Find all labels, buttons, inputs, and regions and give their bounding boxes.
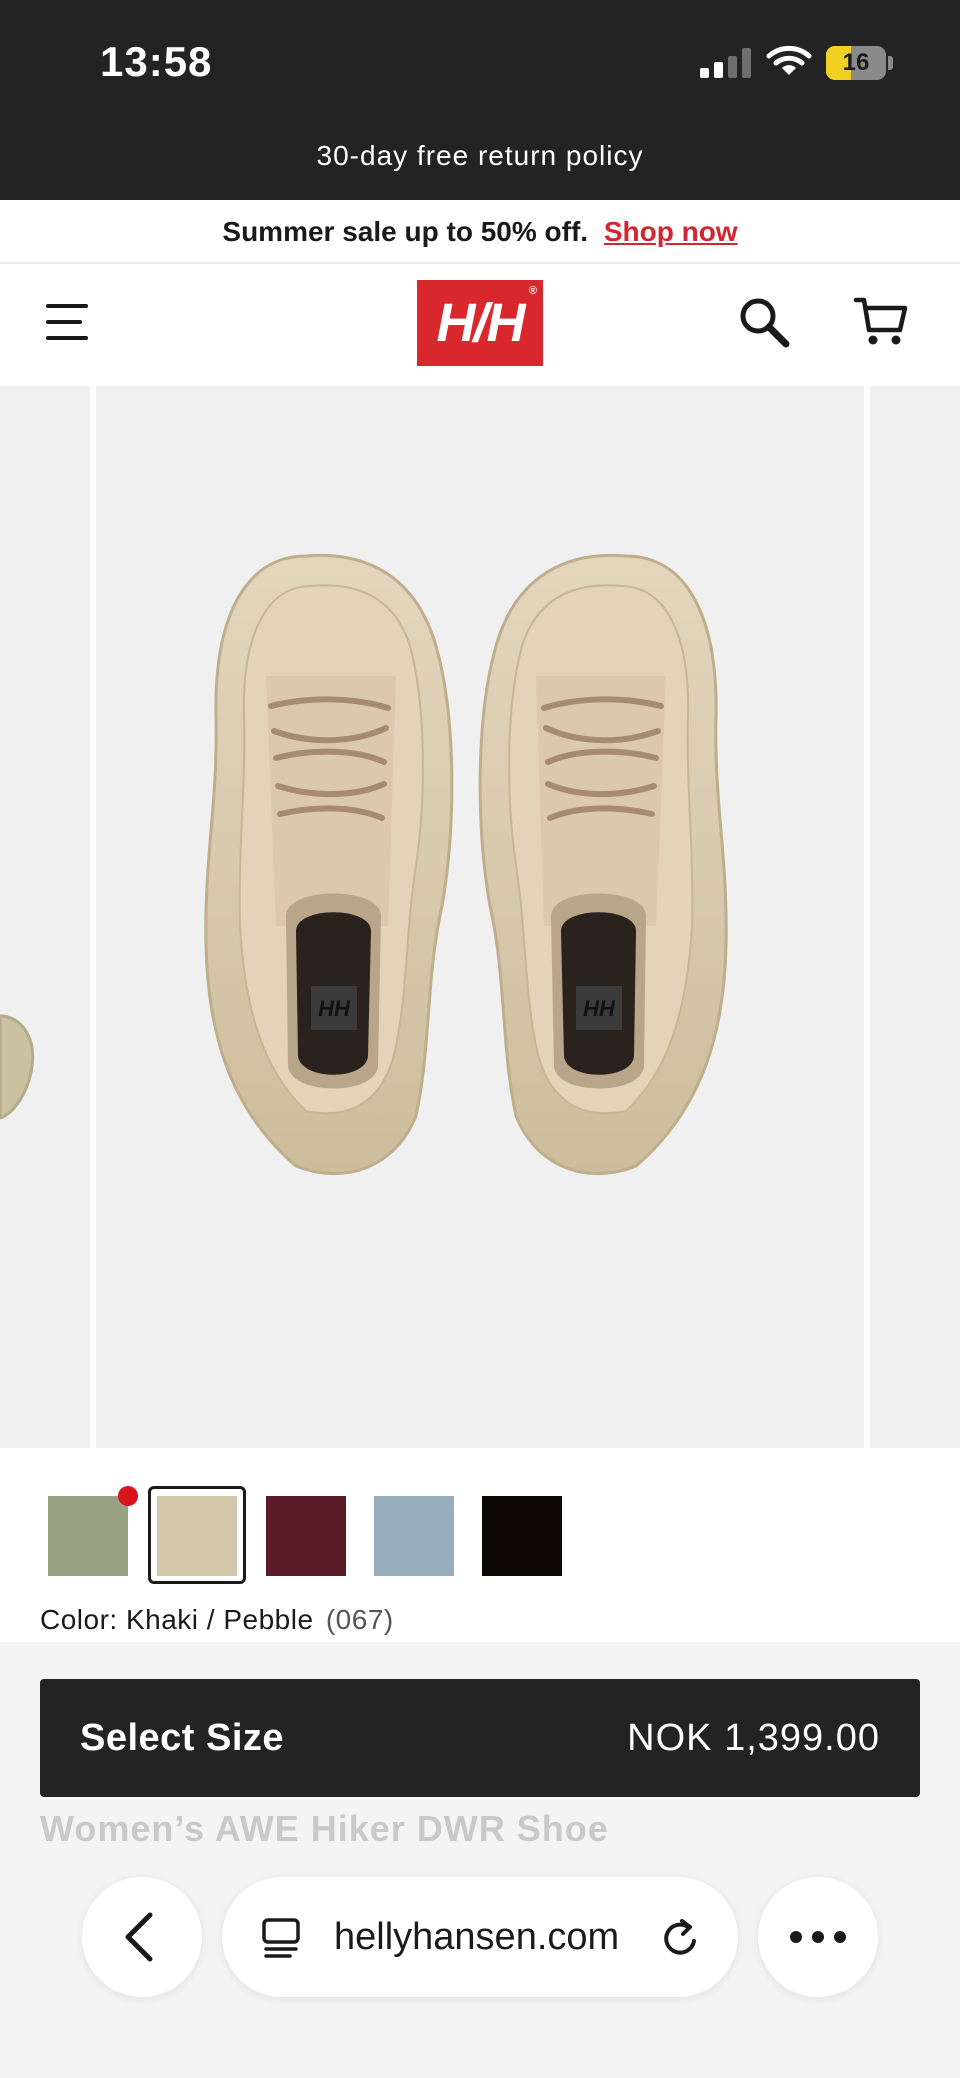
page-menu-icon xyxy=(262,1918,300,1958)
bottom-sticky-area: Select Size NOK 1,399.00 Women’s AWE Hik… xyxy=(0,1642,960,2078)
wifi-icon xyxy=(766,45,812,75)
logo-text: H/H xyxy=(436,293,526,353)
color-code: (067) xyxy=(325,1604,394,1635)
color-name: Khaki / Pebble xyxy=(125,1604,314,1635)
sale-banner: Summer sale up to 50% off. Shop now xyxy=(0,200,960,264)
shoe-pair-image: HH HH xyxy=(204,553,728,1176)
previous-slide[interactable] xyxy=(0,386,90,1448)
shop-now-link[interactable]: Shop now xyxy=(604,216,738,247)
search-icon[interactable] xyxy=(734,292,794,352)
svg-text:HH: HH xyxy=(318,996,351,1021)
product-image-gallery[interactable]: HH HH xyxy=(0,382,960,1448)
helly-hansen-logo[interactable]: H/H ® xyxy=(417,280,543,366)
address-bar[interactable]: hellyhansen.com xyxy=(222,1877,738,1997)
sale-text: Summer sale up to 50% off. xyxy=(222,216,589,247)
swatch-burgundy[interactable] xyxy=(266,1496,346,1576)
product-name: Women’s AWE Hiker DWR Shoe xyxy=(40,1808,609,1849)
main-product-image[interactable]: HH HH xyxy=(96,386,864,1448)
swatch-sage[interactable] xyxy=(48,1496,128,1576)
battery-level: 16 xyxy=(842,49,870,76)
return-policy-banner: 30-day free return policy xyxy=(0,130,960,200)
cart-icon[interactable] xyxy=(852,292,912,352)
reload-icon[interactable] xyxy=(658,1915,704,1961)
svg-text:HH: HH xyxy=(583,996,616,1021)
menu-icon[interactable] xyxy=(46,300,88,344)
product-price: NOK 1,399.00 xyxy=(627,1717,880,1759)
sale-indicator-dot xyxy=(118,1486,138,1506)
url-text: hellyhansen.com xyxy=(334,1916,620,1958)
chevron-left-icon xyxy=(125,1912,153,1962)
battery-tip xyxy=(888,56,893,70)
return-policy-text: 30-day free return policy xyxy=(316,140,644,171)
cellular-signal-icon xyxy=(700,48,752,78)
right-shoe: HH xyxy=(478,553,728,1176)
next-slide[interactable] xyxy=(870,386,960,1448)
swatch-black[interactable] xyxy=(482,1496,562,1576)
color-label: Color: Khaki / Pebble (067) xyxy=(40,1604,394,1636)
site-header: H/H ® xyxy=(0,264,960,382)
color-prefix: Color: xyxy=(40,1604,118,1635)
swatch-light-blue[interactable] xyxy=(374,1496,454,1576)
ellipsis-icon xyxy=(790,1931,846,1943)
previous-shoe-image xyxy=(0,1014,35,1120)
browser-back-button[interactable] xyxy=(82,1877,202,1997)
swatch-khaki-pebble[interactable] xyxy=(157,1496,237,1576)
left-shoe: HH xyxy=(204,553,454,1176)
more-options-button[interactable] xyxy=(758,1877,878,1997)
status-time: 13:58 xyxy=(100,38,213,85)
select-size-label: Select Size xyxy=(80,1717,285,1759)
status-bar: 13:58 16 xyxy=(0,0,960,130)
battery-icon: 16 xyxy=(826,46,886,80)
color-swatches xyxy=(38,1486,638,1586)
select-size-button[interactable]: Select Size NOK 1,399.00 xyxy=(40,1679,920,1797)
